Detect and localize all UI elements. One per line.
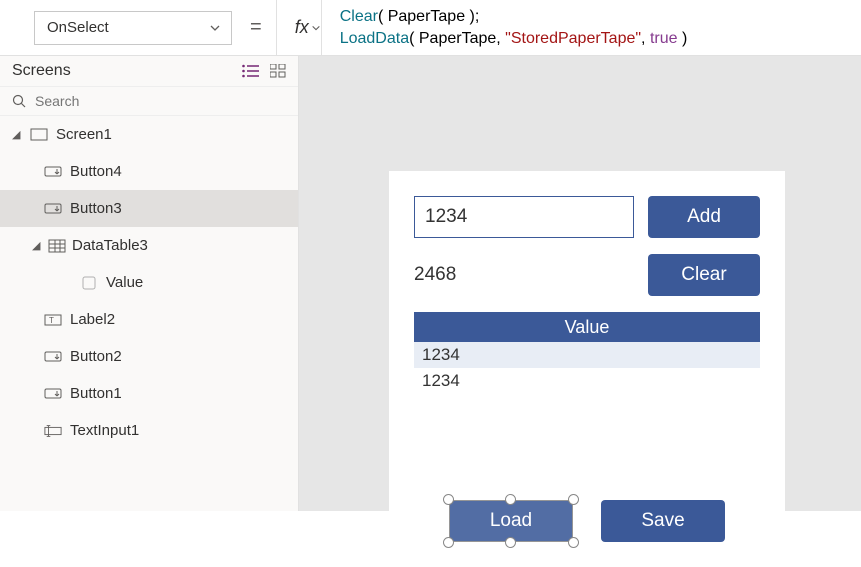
tree-item-value[interactable]: Value xyxy=(0,264,298,301)
tree-item-button1[interactable]: Button1 xyxy=(0,375,298,412)
tree-label: Label2 xyxy=(70,311,115,328)
tree-label: Button1 xyxy=(70,385,122,402)
add-button[interactable]: Add xyxy=(648,196,760,238)
tree-search[interactable] xyxy=(0,86,298,116)
tree-item-datatable3[interactable]: ◢ DataTable3 xyxy=(0,227,298,264)
button-icon xyxy=(44,164,62,180)
resize-handle[interactable] xyxy=(505,537,516,548)
button-icon xyxy=(44,201,62,217)
table-header-value[interactable]: Value xyxy=(414,312,760,342)
tree-view-title: Screens xyxy=(12,62,71,80)
fx-icon: fx xyxy=(295,17,321,38)
resize-handle[interactable] xyxy=(443,494,454,505)
caret-down-icon[interactable]: ◢ xyxy=(12,128,22,141)
tree-item-button4[interactable]: Button4 xyxy=(0,153,298,190)
tree-item-textinput1[interactable]: TextInput1 xyxy=(0,412,298,449)
resize-handle[interactable] xyxy=(568,494,579,505)
resize-handle[interactable] xyxy=(568,537,579,548)
property-dropdown-label: OnSelect xyxy=(47,19,109,36)
tree-label: Button4 xyxy=(70,163,122,180)
tree-label: Screen1 xyxy=(56,126,112,143)
sum-label: 2468 xyxy=(414,264,456,286)
tree-item-screen1[interactable]: ◢ Screen1 xyxy=(0,116,298,153)
tree-item-button2[interactable]: Button2 xyxy=(0,338,298,375)
tree-label: TextInput1 xyxy=(70,422,139,439)
chevron-down-icon xyxy=(209,22,221,34)
tree-view-panel: Screens ◢ Screen1 xyxy=(0,56,299,511)
tree-item-label2[interactable]: T Label2 xyxy=(0,301,298,338)
label-icon: T xyxy=(44,312,62,328)
tree-label: Button3 xyxy=(70,200,122,217)
formula-bar: OnSelect = fx Clear( PaperTape ); LoadDa… xyxy=(0,0,861,56)
search-icon xyxy=(12,94,27,109)
save-button[interactable]: Save xyxy=(601,500,725,542)
clear-button[interactable]: Clear xyxy=(648,254,760,296)
tree-label: Value xyxy=(106,274,143,291)
formula-input[interactable]: Clear( PaperTape ); LoadData( PaperTape,… xyxy=(321,0,861,55)
datatable-icon xyxy=(48,238,66,254)
equals-label: = xyxy=(250,16,262,39)
column-icon xyxy=(80,275,98,291)
screen-icon xyxy=(30,127,48,143)
tree: ◢ Screen1 Button4 Button3 ◢ xyxy=(0,116,298,449)
table-row[interactable]: 1234 xyxy=(414,368,760,394)
svg-text:T: T xyxy=(49,316,54,325)
resize-handle[interactable] xyxy=(443,537,454,548)
resize-handle[interactable] xyxy=(505,494,516,505)
main: Screens ◢ Screen1 xyxy=(0,56,861,511)
tree-label: Button2 xyxy=(70,348,122,365)
property-dropdown[interactable]: OnSelect xyxy=(34,11,232,45)
app-screen: Add 2468 Clear Value 1234 1234 Load xyxy=(389,171,785,567)
data-table[interactable]: Value 1234 1234 xyxy=(414,312,760,394)
canvas[interactable]: Add 2468 Clear Value 1234 1234 Load xyxy=(299,56,861,511)
selected-control[interactable]: Load xyxy=(449,500,573,542)
list-view-icon[interactable] xyxy=(242,64,260,78)
table-row[interactable]: 1234 xyxy=(414,342,760,368)
tree-view-header: Screens xyxy=(0,56,298,86)
caret-down-icon[interactable]: ◢ xyxy=(32,239,42,252)
tree-label: DataTable3 xyxy=(72,237,148,254)
load-button[interactable]: Load xyxy=(449,500,573,542)
fx-cell[interactable]: fx xyxy=(276,0,321,55)
grid-view-icon[interactable] xyxy=(270,64,286,78)
tree-search-input[interactable] xyxy=(35,93,286,109)
button-icon xyxy=(44,349,62,365)
textinput-icon xyxy=(44,423,62,439)
number-input[interactable] xyxy=(414,196,634,238)
tree-item-button3[interactable]: Button3 xyxy=(0,190,298,227)
button-icon xyxy=(44,386,62,402)
